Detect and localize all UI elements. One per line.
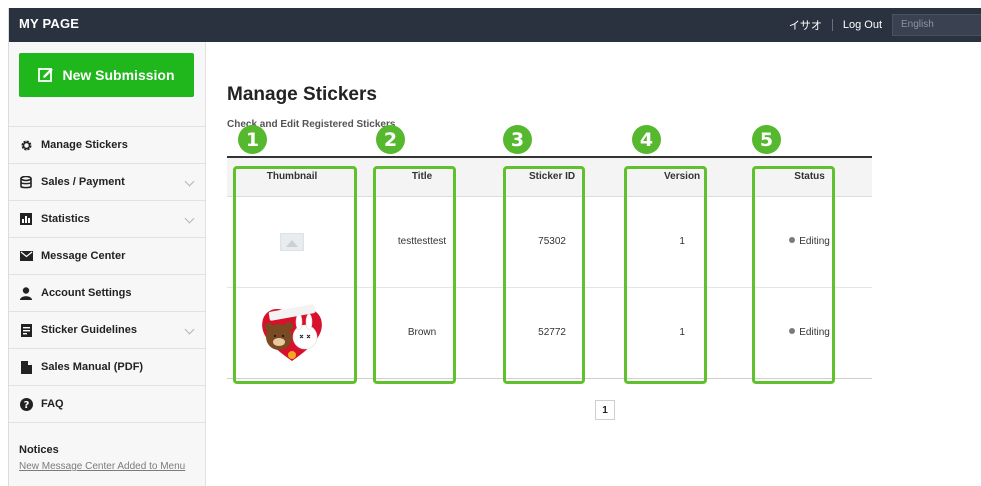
sidebar-menu: Manage Stickers Sales / Payment Statisti… — [9, 126, 205, 423]
thumbnail-cell[interactable] — [227, 196, 358, 288]
sidebar-item-label: Sales / Payment — [41, 176, 125, 188]
main-content: Manage Stickers Check and Edit Registere… — [206, 42, 981, 486]
language-select[interactable]: English — [892, 14, 981, 36]
sidebar-item-label: Statistics — [41, 213, 90, 225]
sticker-id-cell: 52772 — [487, 287, 618, 379]
table-header-row: Thumbnail Title Sticker ID Version Statu… — [227, 158, 872, 197]
annotation-badge-2: 2 — [376, 125, 405, 154]
column-header-version[interactable]: Version — [617, 158, 748, 197]
sidebar-item-message-center[interactable]: Message Center — [9, 237, 205, 274]
sidebar-item-sticker-guidelines[interactable]: Sticker Guidelines — [9, 311, 205, 348]
logout-link[interactable]: Log Out — [843, 19, 882, 31]
annotation-badge-3: 3 — [503, 125, 532, 154]
edit-icon — [38, 67, 54, 83]
svg-text:?: ? — [23, 400, 29, 411]
notices-section: Notices New Message Center Added to Menu — [19, 444, 199, 472]
version-cell: 1 — [617, 196, 748, 288]
status-dot-icon — [789, 328, 796, 335]
chevron-down-icon — [184, 176, 195, 187]
file-icon — [19, 360, 33, 374]
column-header-sticker-id[interactable]: Sticker ID — [487, 158, 618, 197]
title-cell[interactable]: testtesttest — [357, 196, 488, 288]
sidebar: New Submission Manage Stickers Sales / P… — [9, 42, 206, 486]
new-submission-label: New Submission — [62, 67, 175, 83]
sidebar-item-label: Manage Stickers — [41, 139, 128, 151]
annotation-badge-4: 4 — [632, 125, 661, 154]
annotation-badge-5: 5 — [752, 125, 781, 154]
sidebar-item-manage-stickers[interactable]: Manage Stickers — [9, 126, 205, 163]
divider — [831, 19, 833, 31]
app-frame: MY PAGE イサオ Log Out English New Submissi… — [8, 8, 981, 486]
sidebar-item-sales-payment[interactable]: Sales / Payment — [9, 163, 205, 200]
top-bar-right: イサオ Log Out English — [789, 8, 981, 42]
sidebar-item-sales-manual[interactable]: Sales Manual (PDF) — [9, 348, 205, 385]
notices-title: Notices — [19, 444, 59, 456]
user-name[interactable]: イサオ — [789, 17, 822, 33]
sticker-id-cell: 75302 — [487, 196, 618, 288]
top-bar: MY PAGE イサオ Log Out English — [9, 8, 981, 42]
column-header-status[interactable]: Status — [747, 158, 872, 197]
sidebar-item-label: Sales Manual (PDF) — [41, 361, 144, 373]
annotation-badge-1: 1 — [238, 125, 267, 154]
question-icon: ? — [19, 397, 33, 411]
status-badge: Editing — [799, 327, 830, 338]
version-cell: 1 — [617, 287, 748, 379]
status-cell: Editing — [747, 287, 872, 379]
sidebar-item-statistics[interactable]: Statistics — [9, 200, 205, 237]
gear-icon — [19, 138, 33, 152]
column-header-title[interactable]: Title — [357, 158, 488, 197]
stickers-table: Thumbnail Title Sticker ID Version Statu… — [227, 158, 872, 379]
sidebar-item-label: FAQ — [41, 398, 64, 410]
brand-title[interactable]: MY PAGE — [19, 16, 79, 31]
envelope-icon — [19, 249, 33, 263]
placeholder-image-icon — [280, 232, 305, 251]
sticker-thumbnail-image — [262, 303, 322, 361]
person-icon — [19, 286, 33, 300]
status-badge: Editing — [799, 236, 830, 247]
chevron-down-icon — [184, 213, 195, 224]
table-row[interactable]: testtesttest 75302 1 Editing — [227, 196, 872, 288]
menu-bottom-divider — [9, 422, 205, 423]
new-submission-button[interactable]: New Submission — [19, 53, 194, 97]
thumbnail-cell[interactable] — [227, 287, 358, 379]
title-cell[interactable]: Brown — [357, 287, 488, 379]
database-icon — [19, 175, 33, 189]
pagination-page-button[interactable]: 1 — [595, 400, 615, 420]
chevron-down-icon — [184, 324, 195, 335]
sidebar-item-account-settings[interactable]: Account Settings — [9, 274, 205, 311]
sidebar-item-label: Sticker Guidelines — [41, 324, 137, 336]
sidebar-item-label: Message Center — [41, 250, 126, 262]
table-row[interactable]: Brown 52772 1 Editing — [227, 287, 872, 379]
status-cell: Editing — [747, 196, 872, 288]
sidebar-item-label: Account Settings — [41, 287, 132, 299]
sidebar-item-faq[interactable]: ? FAQ — [9, 385, 205, 422]
notice-link[interactable]: New Message Center Added to Menu — [19, 461, 199, 472]
bar-chart-icon — [19, 212, 33, 226]
column-header-thumbnail[interactable]: Thumbnail — [227, 158, 358, 197]
status-dot-icon — [789, 237, 796, 244]
page-title: Manage Stickers — [227, 84, 377, 105]
document-icon — [19, 323, 33, 337]
